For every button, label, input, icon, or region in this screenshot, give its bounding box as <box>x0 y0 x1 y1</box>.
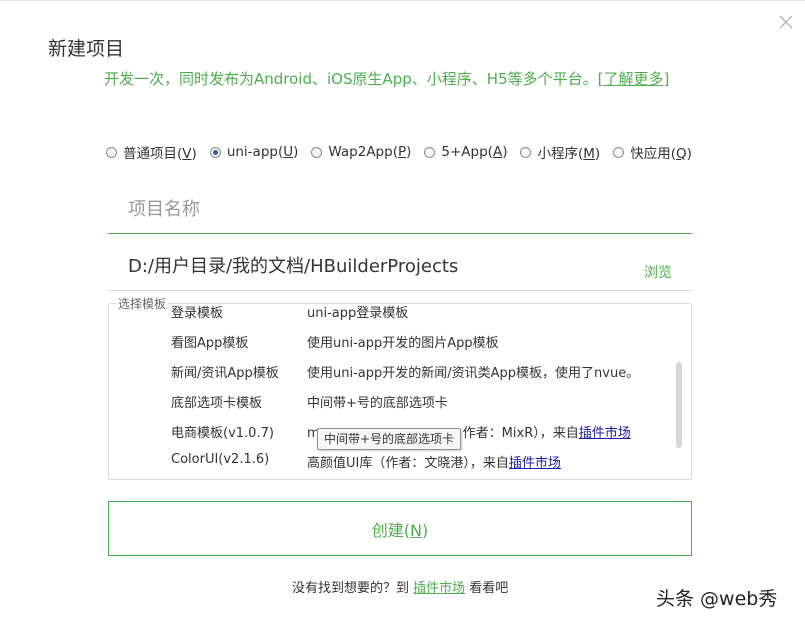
template-list[interactable]: 登录模板 uni-app登录模板 看图App模板 使用uni-app开发的图片A… <box>108 303 692 480</box>
template-desc: 中间带+号的底部选项卡 <box>307 396 448 411</box>
template-tooltip: 中间带+号的底部选项卡 <box>317 428 462 450</box>
radio-mini-program[interactable]: 小程序(M) <box>520 142 600 162</box>
radio-indicator[interactable] <box>311 146 323 158</box>
template-desc: uni-app登录模板 <box>307 306 409 321</box>
create-button-label: 创建(N) <box>371 520 429 540</box>
template-name: 登录模板 <box>171 306 224 321</box>
footer-hint: 没有找到想要的？到 插件市场 看看吧 <box>292 581 509 596</box>
template-name: 看图App模板 <box>171 336 249 351</box>
template-name: ColorUI(v2.1.6) <box>171 452 270 467</box>
radio-label: 5+App(A) <box>441 144 508 160</box>
template-row[interactable]: ColorUI(v2.1.6) 高颜值UI库（作者：文晓港），来自插件市场 <box>109 446 691 476</box>
radio-uni-app[interactable]: uni-app(U) <box>209 144 299 160</box>
template-desc: 高颜值UI库（作者：文晓港），来自插件市场 <box>307 456 561 471</box>
template-row[interactable]: 登录模板 uni-app登录模板 <box>109 304 691 326</box>
learn-more-link[interactable]: [了解更多] <box>598 70 670 88</box>
template-row[interactable]: 看图App模板 使用uni-app开发的图片App模板 <box>109 326 691 356</box>
template-row[interactable]: 新闻/资讯App模板 使用uni-app开发的新闻/资讯类App模板，使用了nv… <box>109 356 691 386</box>
radio-label: 普通项目(V) <box>123 146 197 162</box>
radio-label: 快应用(Q) <box>630 146 692 162</box>
radio-indicator[interactable] <box>520 146 532 158</box>
radio-indicator[interactable] <box>209 146 221 158</box>
plugin-market-link[interactable]: 插件市场 <box>579 426 631 441</box>
template-desc: 使用uni-app开发的图片App模板 <box>307 336 499 351</box>
project-path-row: D:/用户目录/我的文档/HBuilderProjects 浏览 <box>108 244 692 291</box>
browse-button[interactable]: 浏览 <box>644 262 672 282</box>
template-legend: 选择模板 <box>116 295 169 312</box>
template-items: 登录模板 uni-app登录模板 看图App模板 使用uni-app开发的图片A… <box>109 304 691 476</box>
radio-label: uni-app(U) <box>226 144 299 160</box>
create-button[interactable]: 创建(N) <box>108 501 692 556</box>
radio-wap2app[interactable]: Wap2App(P) <box>311 144 411 160</box>
project-name-input[interactable] <box>108 186 692 234</box>
dialog-subtitle: 开发一次，同时发布为Android、iOS原生App、小程序、H5等多个平台。[… <box>104 68 669 89</box>
radio-label: 小程序(M) <box>537 146 601 162</box>
template-name: 底部选项卡模板 <box>171 396 263 411</box>
close-icon[interactable] <box>774 10 798 34</box>
template-scrollbar[interactable] <box>676 362 682 448</box>
radio-indicator[interactable] <box>106 146 117 158</box>
dialog-title: 新建项目 <box>48 38 125 60</box>
footer-plugin-market-link[interactable]: 插件市场 <box>413 581 465 596</box>
radio-indicator[interactable] <box>424 146 436 158</box>
project-path-field[interactable]: D:/用户目录/我的文档/HBuilderProjects <box>128 252 458 278</box>
project-type-group: 普通项目(V) uni-app(U) Wap2App(P) 5+App(A) 小… <box>106 141 705 163</box>
subtitle-text: 开发一次，同时发布为Android、iOS原生App、小程序、H5等多个平台。 <box>104 70 598 88</box>
radio-indicator[interactable] <box>613 146 625 158</box>
plugin-market-link[interactable]: 插件市场 <box>509 456 561 471</box>
radio-normal-project[interactable]: 普通项目(V) <box>106 142 197 162</box>
template-row[interactable]: 底部选项卡模板 中间带+号的底部选项卡 <box>109 386 691 416</box>
radio-5plus-app[interactable]: 5+App(A) <box>424 144 507 160</box>
watermark: 头条 @web秀 <box>656 588 778 610</box>
radio-label: Wap2App(P) <box>328 144 412 160</box>
template-name: 新闻/资讯App模板 <box>171 366 279 381</box>
window-top-border <box>0 0 805 1</box>
template-desc: 使用uni-app开发的新闻/资讯类App模板，使用了nvue。 <box>307 366 640 381</box>
radio-quick-app[interactable]: 快应用(Q) <box>613 142 692 162</box>
template-name: 电商模板(v1.0.7) <box>171 426 274 441</box>
